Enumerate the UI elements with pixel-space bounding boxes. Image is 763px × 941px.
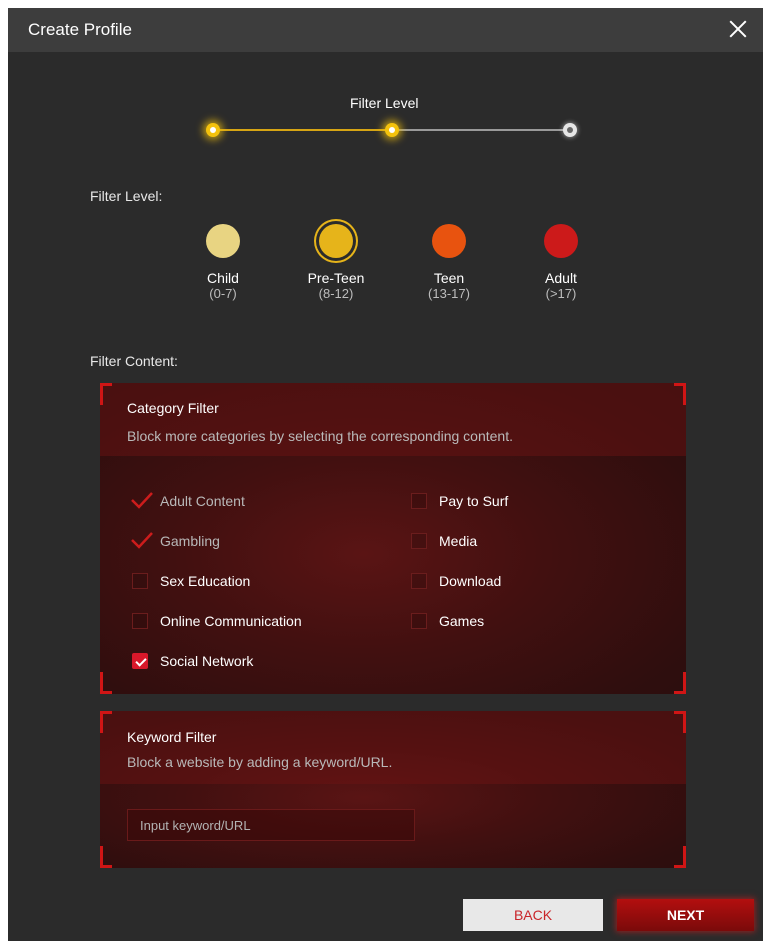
keyword-filter-panel: Keyword Filter Block a website by adding…	[100, 711, 686, 868]
dialog-titlebar: Create Profile	[8, 8, 763, 52]
level-pre-teen-range: (8-12)	[318, 286, 354, 301]
online-communication-checkbox[interactable]	[132, 613, 148, 629]
category-filter-desc: Block more categories by selecting the c…	[127, 428, 513, 444]
category-sex-education-label: Sex Education	[160, 573, 251, 589]
level-child-name: Child	[207, 270, 239, 286]
level-child-range: (0-7)	[209, 286, 237, 301]
level-adult-range: (>17)	[545, 286, 577, 301]
filter-level-label: Filter Level:	[90, 188, 163, 204]
download-checkbox[interactable]	[411, 573, 427, 589]
keyword-filter-header	[100, 711, 686, 784]
sex-education-checkbox[interactable]	[132, 573, 148, 589]
category-filter-panel: Category Filter Block more categories by…	[100, 383, 686, 694]
stepper-label: Filter Level	[350, 95, 419, 111]
next-button[interactable]: NEXT	[617, 899, 754, 931]
level-child[interactable]: Child (0-7)	[183, 224, 263, 302]
category-games-label: Games	[439, 613, 485, 629]
category-filter-title: Category Filter	[127, 400, 219, 416]
level-adult-name: Adult	[545, 270, 577, 286]
stepper-dot-3	[563, 123, 577, 137]
level-teen-swatch	[432, 224, 466, 258]
checkmark-icon	[131, 532, 153, 549]
dialog-title: Create Profile	[28, 20, 132, 39]
level-child-swatch	[206, 224, 240, 258]
level-adult[interactable]: Adult (>17)	[521, 224, 601, 302]
level-teen[interactable]: Teen (13-17)	[409, 224, 489, 302]
level-pre-teen-swatch	[319, 224, 353, 258]
stepper-line-done	[214, 129, 392, 131]
category-media-label: Media	[439, 533, 478, 549]
back-button[interactable]: BACK	[463, 899, 603, 931]
category-gambling-label: Gambling	[160, 533, 220, 549]
category-pay-to-surf-label: Pay to Surf	[439, 493, 509, 509]
checkmark-icon	[131, 492, 153, 509]
level-pre-teen-name: Pre-Teen	[307, 270, 365, 286]
level-adult-swatch	[544, 224, 578, 258]
category-online-communication-label: Online Communication	[160, 613, 302, 629]
level-teen-name: Teen	[433, 270, 465, 286]
close-icon[interactable]	[725, 16, 751, 42]
keyword-filter-desc: Block a website by adding a keyword/URL.	[127, 754, 393, 770]
pay-to-surf-checkbox[interactable]	[411, 493, 427, 509]
social-network-checkbox[interactable]	[132, 653, 148, 669]
category-filter-header	[100, 383, 686, 456]
games-checkbox[interactable]	[411, 613, 427, 629]
stepper-line-pending	[392, 129, 570, 131]
category-social-network-label: Social Network	[160, 653, 254, 669]
stepper-dot-1	[206, 123, 220, 137]
keyword-input[interactable]	[127, 809, 415, 841]
category-download-label: Download	[439, 573, 502, 589]
media-checkbox[interactable]	[411, 533, 427, 549]
stepper-dot-2	[385, 123, 399, 137]
level-pre-teen[interactable]: Pre-Teen (8-12)	[296, 224, 376, 302]
filter-content-label: Filter Content:	[90, 353, 178, 369]
level-teen-range: (13-17)	[428, 286, 470, 301]
create-profile-dialog: Create Profile Filter Level Filter Level…	[8, 8, 763, 941]
keyword-filter-title: Keyword Filter	[127, 729, 217, 745]
category-adult-content-label: Adult Content	[160, 493, 245, 509]
